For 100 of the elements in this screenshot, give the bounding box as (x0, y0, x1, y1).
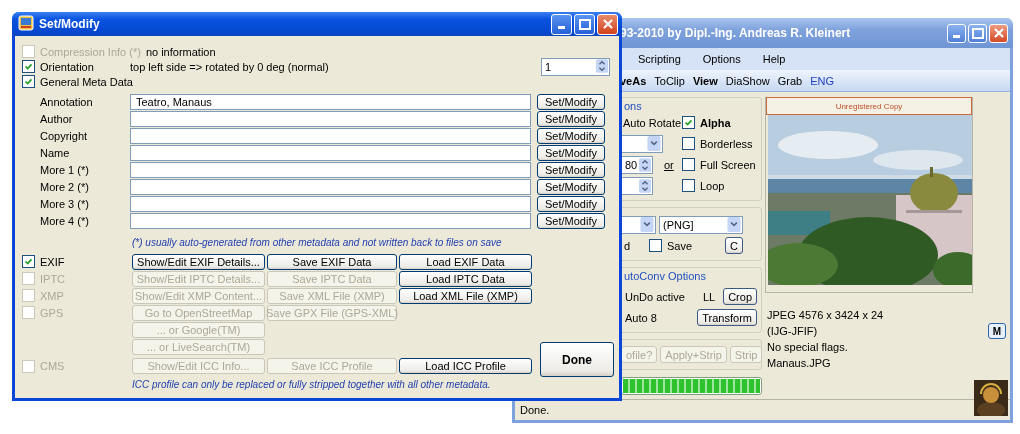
close-icon (993, 28, 1004, 38)
image-info: JPEG 4576 x 3424 x 24 (767, 309, 885, 321)
option-label: UnDo active (624, 290, 685, 303)
checkbox-label: Save (667, 239, 693, 252)
close-icon (602, 19, 613, 29)
set-modify-button[interactable]: Set/Modify (537, 212, 605, 229)
action-button[interactable]: Show/Edit EXIF Details... (132, 253, 265, 270)
input-field[interactable]: Teatro, Manaus (130, 93, 531, 110)
c-button[interactable]: C (725, 237, 743, 254)
spinner-field[interactable] (621, 176, 653, 195)
toolbar-button[interactable]: View (692, 74, 718, 87)
spinner-arrows-icon[interactable] (639, 178, 651, 193)
option-label: Auto 8 (624, 311, 657, 324)
minimize-icon (558, 26, 565, 29)
field-label: More 2 (*) (39, 180, 90, 193)
checkbox[interactable] (22, 75, 35, 88)
input-field[interactable] (130, 212, 531, 229)
or-link[interactable]: or (664, 158, 674, 171)
option-label: Auto Rotate (622, 116, 682, 129)
spinner-field[interactable]: 1 (541, 57, 610, 76)
action-button[interactable]: Save EXIF Data (267, 253, 397, 270)
option-label: LL (702, 290, 716, 303)
field-label: More 3 (*) (39, 197, 90, 210)
window-title: Set/Modify (39, 17, 100, 31)
info-value: top left side => rotated by 0 deg (normal) (130, 60, 329, 73)
field-label: Annotation (39, 95, 94, 108)
check-icon (23, 256, 34, 267)
action-button[interactable]: Crop (723, 288, 757, 305)
option-label: d (623, 239, 632, 252)
field-label: Copyright (39, 129, 89, 142)
dropdown[interactable] (621, 134, 663, 153)
check-icon (23, 76, 34, 87)
check-icon (683, 117, 694, 128)
checkbox[interactable] (22, 255, 35, 268)
action-button[interactable]: Load EXIF Data (399, 253, 532, 270)
input-field[interactable] (130, 144, 531, 161)
input-field[interactable] (130, 178, 531, 195)
checkbox-label: CMS (40, 360, 65, 372)
toolbar-button[interactable]: ToClip (654, 74, 685, 87)
set-modify-button[interactable]: Set/Modify (537, 144, 605, 161)
app-icon (18, 14, 34, 34)
menu-item[interactable]: Options (700, 53, 743, 65)
checkbox[interactable] (682, 137, 695, 150)
checkbox[interactable] (682, 116, 695, 129)
set-modify-button[interactable]: Set/Modify (537, 195, 605, 212)
input-field[interactable] (130, 110, 531, 127)
close-button[interactable] (597, 13, 618, 35)
input-field[interactable] (130, 127, 531, 144)
dropdown[interactable] (621, 215, 656, 234)
minimize-button[interactable] (551, 13, 572, 35)
spinner-arrows-icon[interactable] (596, 58, 608, 75)
image-info: No special flags. (767, 341, 849, 353)
input-field[interactable] (130, 161, 531, 178)
toolbar-button[interactable]: ENG (810, 74, 835, 87)
checkbox-label: Orientation (40, 60, 94, 73)
checkbox[interactable] (22, 60, 35, 73)
image-info: Manaus.JPG (767, 357, 832, 369)
set-modify-button[interactable]: Set/Modify (537, 161, 605, 178)
checkbox-label: GPS (40, 306, 64, 319)
info-value: no information (145, 45, 216, 58)
checkbox-label: IPTC (40, 272, 66, 285)
field-label: Name (39, 146, 71, 159)
dropdown[interactable]: (PNG] (659, 215, 743, 234)
action-button[interactable]: Transform (697, 309, 757, 326)
checkbox[interactable] (649, 239, 662, 252)
maximize-button[interactable] (574, 13, 595, 35)
minimize-icon (953, 35, 960, 38)
set-modify-button[interactable]: Set/Modify (537, 178, 605, 195)
checkbox-label: Loop (700, 179, 725, 192)
done-button[interactable]: Done (540, 342, 614, 377)
image-info: (IJG-JFIF) (767, 325, 819, 337)
field-label: Author (39, 112, 74, 125)
set-modify-button[interactable]: Set/Modify (537, 127, 605, 144)
maximize-icon (971, 27, 984, 39)
group-legend: utoConv Options (621, 270, 757, 282)
m-button[interactable]: M (988, 323, 1006, 339)
set-modify-button[interactable]: Set/Modify (537, 110, 605, 127)
spinner-arrows-icon[interactable] (639, 157, 651, 172)
checkbox-label: Compression Info (*) (40, 45, 141, 58)
checkbox-label: Full Screen (700, 158, 756, 171)
set-modify-button[interactable]: Set/Modify (537, 93, 605, 110)
checkbox-label: Alpha (700, 116, 731, 129)
check-icon (23, 61, 34, 72)
checkbox[interactable] (682, 179, 695, 192)
checkbox-label: General Meta Data (40, 75, 133, 88)
group-legend: ons (621, 100, 757, 112)
input-field[interactable] (130, 195, 531, 212)
checkbox[interactable] (682, 158, 695, 171)
minimize-button[interactable] (947, 23, 966, 43)
toolbar-button[interactable]: Grab (777, 74, 803, 87)
note-text: ICC profile can only be replaced or fully stripped together with all other metadata. (131, 377, 492, 391)
spinner-field[interactable]: 80 (621, 155, 653, 174)
maximize-button[interactable] (968, 23, 987, 43)
unregistered-banner: Unregistered Copy (766, 97, 972, 115)
toolbar-button[interactable]: DiaShow (725, 74, 770, 87)
menu-item[interactable]: Scripting (636, 53, 683, 65)
maximize-icon (578, 18, 591, 30)
menu-item[interactable]: Help (760, 53, 788, 65)
window-title: 93-2010 by Dipl.-Ing. Andreas R. Kleinert (620, 26, 851, 40)
close-button[interactable] (989, 23, 1008, 43)
